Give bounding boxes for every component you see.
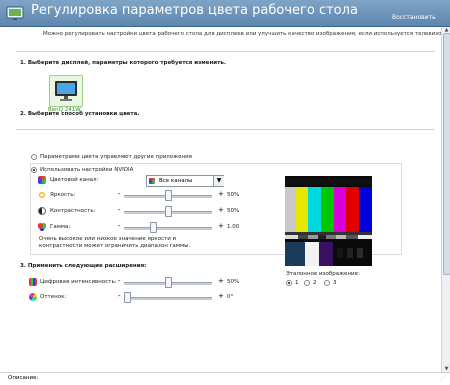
divider [16,51,435,52]
vibrance-value: 50% [227,279,240,285]
reference-image-label: Эталонное изображение: [286,271,360,277]
vibrance-icon [29,278,37,286]
gamma-plus: + [218,222,224,230]
brightness-label: Яркость: [50,192,76,198]
vibrance-plus: + [218,277,224,285]
hue-wheel-icon [29,293,37,301]
radio-other-apps-label: Параметрами цвета управляют другие прило… [40,154,192,160]
hue-plus: + [218,292,224,300]
section1-heading: 1. Выберите дисплей, параметры которого … [20,60,226,66]
monitor-icon [55,81,77,101]
sun-icon [38,191,46,199]
section2-heading: 2. Выберите способ установки цвета. [20,111,140,117]
description-bar: Описание: ⋰ [0,372,450,385]
radio-other-apps[interactable] [31,154,37,160]
section3-heading: 3. Применить следующие расширения: [20,263,147,269]
gamma-label: Гамма: [50,224,71,230]
brightness-slider-thumb[interactable] [164,190,172,201]
color-wheel-icon [149,178,155,184]
divider [16,129,435,130]
hue-slider-thumb[interactable] [124,292,131,303]
brightness-plus: + [218,190,224,198]
brightness-value: 50% [227,192,240,198]
contrast-value: 50% [227,208,240,214]
header-bar: Регулировка параметров цвета рабочего ст… [0,0,450,27]
restore-defaults-link[interactable]: Восстановить [392,14,436,21]
hue-minus: - [118,292,121,300]
content-area: Можно регулировать настройки цвета рабоч… [0,27,447,372]
hue-value: 0° [227,294,234,300]
hue-label: Оттенок: [40,294,67,300]
chevron-down-icon[interactable]: ▼ [213,176,224,186]
resize-grip-icon[interactable]: ⋰ [440,375,448,383]
contrast-plus: + [218,206,224,214]
color-channel-label: Цветовой канал: [50,177,99,183]
reference-test-pattern [285,176,372,266]
color-wheel-icon [38,176,46,184]
vibrance-slider-thumb[interactable] [164,277,172,288]
range-warning-text: Очень высокое или низкое значение яркост… [39,236,191,249]
color-channel-dropdown[interactable]: Все каналы ▼ [146,175,224,187]
gamma-value: 1.00 [227,224,240,230]
intro-text: Можно регулировать настройки цвета рабоч… [43,31,447,37]
reference-radio-2-label: 2 [313,280,317,286]
nvidia-settings-icon [6,6,24,20]
hue-track[interactable] [124,297,212,300]
page-title: Регулировка параметров цвета рабочего ст… [31,3,358,18]
reference-radio-1-label: 1 [295,280,299,286]
contrast-icon [38,207,46,215]
color-channel-value: Все каналы [159,178,193,184]
gamma-minus: - [118,222,121,230]
reference-radio-3-label: 3 [333,280,337,286]
digital-vibrance-label: Цифровая интенсивность: [40,279,117,285]
contrast-label: Контрастность: [50,208,96,214]
display-selector-benq[interactable] [49,75,83,107]
description-label: Описание: [8,375,39,381]
scrollbar-thumb[interactable] [443,33,450,275]
vertical-scrollbar[interactable]: ▲ ▼ [441,27,450,372]
reference-radio-1[interactable] [286,280,292,286]
reference-radio-3[interactable] [324,280,330,286]
gamma-slider-thumb[interactable] [149,222,157,233]
brightness-minus: - [118,190,121,198]
reference-radio-2[interactable] [304,280,310,286]
rgb-icon [38,223,46,231]
contrast-minus: - [118,206,121,214]
contrast-slider-thumb[interactable] [164,206,172,217]
vibrance-minus: - [118,277,121,285]
gamma-track[interactable] [124,227,212,230]
